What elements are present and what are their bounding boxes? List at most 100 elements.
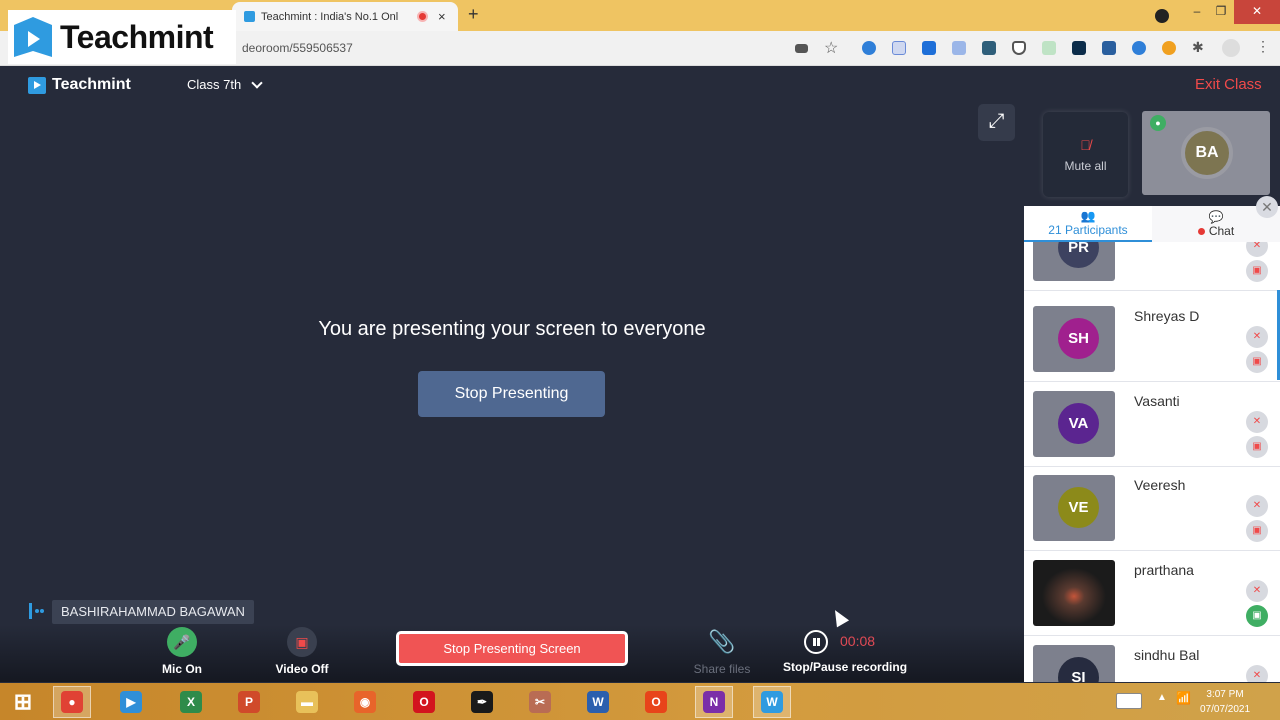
- puzzle-icon[interactable]: ✱: [1192, 39, 1204, 56]
- tool-ext-icon[interactable]: [982, 41, 996, 55]
- tab-title: Teachmint : India's No.1 Onl: [261, 10, 399, 23]
- diamond-ext-icon[interactable]: [892, 41, 906, 55]
- participant-name: Shreyas D: [1134, 308, 1200, 324]
- shield-check-icon[interactable]: [1012, 41, 1026, 55]
- taskbar-file-explorer[interactable]: ▬: [288, 686, 326, 718]
- pause-recording-icon[interactable]: [804, 630, 828, 654]
- taskbar-pen-app[interactable]: ✒: [463, 686, 501, 718]
- self-avatar: BA: [1181, 127, 1233, 179]
- mute-all-label: Mute all: [1064, 158, 1107, 173]
- participant-row[interactable]: SI sindhu Bal ✕: [1024, 637, 1280, 682]
- browser-profile-icon[interactable]: [1155, 9, 1169, 23]
- taskbar-opera[interactable]: O: [405, 686, 443, 718]
- exit-class-button[interactable]: Exit Class: [1195, 76, 1262, 93]
- share-files-label: Share files: [693, 662, 751, 676]
- mic-on-icon: ●: [1150, 115, 1166, 131]
- taskbar-excel[interactable]: X: [172, 686, 210, 718]
- mic-toggle-button[interactable]: 🎤 Mic On: [155, 627, 209, 676]
- taskbar-snipping-tool[interactable]: ✂: [521, 686, 559, 718]
- doc-ext-icon[interactable]: [952, 41, 966, 55]
- taskbar-chrome[interactable]: ●: [53, 686, 91, 718]
- taskbar-w-app[interactable]: W: [753, 686, 791, 718]
- office-icon: O: [645, 691, 667, 713]
- star-icon[interactable]: ☆: [824, 38, 838, 58]
- mic-off-icon[interactable]: ✕: [1246, 580, 1268, 602]
- class-label: Class 7th: [187, 77, 242, 92]
- taskbar-office[interactable]: O: [637, 686, 675, 718]
- stop-presenting-button[interactable]: Stop Presenting: [418, 371, 605, 417]
- sync-icon-2[interactable]: [1132, 41, 1146, 55]
- w-app-icon: W: [761, 691, 783, 713]
- mic-off-icon: 🎙̸: [1080, 136, 1091, 153]
- participant-row[interactable]: VA Vasanti ✕ ▣: [1024, 383, 1280, 467]
- sync-icon[interactable]: [862, 41, 876, 55]
- video-off-icon[interactable]: ▣: [1246, 351, 1268, 373]
- panel-tabs: 👥 21 Participants 💬 Chat: [1024, 206, 1280, 242]
- chart-ext-icon[interactable]: [1042, 41, 1056, 55]
- speaker-name-badge: BASHIRAHAMMAD BAGAWAN: [52, 600, 254, 624]
- url-text[interactable]: deoroom/559506537: [242, 41, 353, 55]
- stop-presenting-screen-button[interactable]: Stop Presenting Screen: [396, 631, 628, 666]
- taskbar-start[interactable]: ⊞: [4, 686, 42, 718]
- mute-all-button[interactable]: 🎙̸ Mute all: [1043, 112, 1128, 197]
- video-label: Video Off: [275, 662, 329, 676]
- snipping-tool-icon: ✂: [529, 691, 551, 713]
- target-ext-icon[interactable]: [1162, 41, 1176, 55]
- app-logo[interactable]: Teachmint: [28, 76, 131, 94]
- close-panel-icon[interactable]: ✕: [1256, 196, 1278, 218]
- participant-row[interactable]: PR Prajwal D ✕ ▣: [1024, 242, 1280, 291]
- video-on-icon[interactable]: ▣: [1246, 605, 1268, 627]
- chrome-icon: ●: [61, 691, 83, 713]
- app-brand: Teachmint: [52, 76, 131, 93]
- mic-off-icon[interactable]: ✕: [1246, 411, 1268, 433]
- menu-kebab-icon[interactable]: ⋮: [1256, 38, 1270, 55]
- firefox-icon: ◉: [354, 691, 376, 713]
- window-close-button[interactable]: ✕: [1234, 0, 1280, 24]
- mic-off-icon[interactable]: ✕: [1246, 326, 1268, 348]
- video-off-icon[interactable]: ▣: [1246, 260, 1268, 282]
- tab-close-icon[interactable]: ×: [438, 9, 446, 24]
- network-signal-icon[interactable]: 📶: [1176, 691, 1191, 705]
- stop-pause-recording-label[interactable]: Stop/Pause recording: [783, 660, 907, 674]
- mic-off-icon[interactable]: ✕: [1246, 665, 1268, 682]
- class-selector[interactable]: Class 7th: [187, 76, 263, 92]
- tab-participants[interactable]: 👥 21 Participants: [1024, 206, 1152, 242]
- search-ext-icon[interactable]: [922, 41, 936, 55]
- video-toggle-button[interactable]: ▣ Video Off: [270, 627, 334, 676]
- video-off-icon[interactable]: ▣: [1246, 520, 1268, 542]
- share-files-button[interactable]: 📎 Share files: [690, 627, 754, 676]
- mic-off-icon[interactable]: ✕: [1246, 495, 1268, 517]
- participant-video-feed: [1033, 560, 1115, 626]
- participant-row[interactable]: VE Veeresh ✕ ▣: [1024, 467, 1280, 551]
- restore-button[interactable]: ❐: [1206, 0, 1236, 24]
- taskbar-onenote[interactable]: N: [695, 686, 733, 718]
- tab-chat-label: Chat: [1208, 224, 1235, 238]
- video-off-icon[interactable]: ▣: [1246, 436, 1268, 458]
- participant-row[interactable]: prarthana ✕ ▣: [1024, 552, 1280, 636]
- people-icon: 👥: [1080, 209, 1096, 223]
- profile-icon[interactable]: [1222, 39, 1240, 57]
- taskbar-media-player[interactable]: ▶: [112, 686, 150, 718]
- video-camera-icon[interactable]: [795, 44, 808, 53]
- new-tab-button[interactable]: +: [468, 4, 479, 25]
- clipboard-check-icon[interactable]: [1072, 41, 1086, 55]
- fullscreen-expand-icon[interactable]: ⤢: [978, 104, 1015, 141]
- show-hidden-icons-icon[interactable]: ▲: [1157, 692, 1167, 703]
- excel-icon: X: [180, 691, 202, 713]
- clock-date: 07/07/2021: [1200, 704, 1251, 715]
- taskbar-firefox[interactable]: ◉: [346, 686, 384, 718]
- teachmint-watermark: Teachmint: [8, 10, 236, 64]
- browser-tab[interactable]: Teachmint : India's No.1 Onl ×: [232, 2, 458, 31]
- taskbar-powerpoint[interactable]: P: [230, 686, 268, 718]
- taskbar-word[interactable]: W: [579, 686, 617, 718]
- media-player-icon: ▶: [120, 691, 142, 713]
- participant-avatar: VE: [1058, 487, 1099, 528]
- checkbox-ext-icon[interactable]: [1102, 41, 1116, 55]
- paperclip-icon: 📎: [708, 629, 736, 654]
- taskbar-clock[interactable]: 3:07 PM 07/07/2021: [1200, 687, 1250, 717]
- chat-bubble-icon: 💬: [1208, 210, 1224, 224]
- participant-row[interactable]: SH Shreyas D ✕ ▣: [1024, 298, 1280, 382]
- keyboard-icon[interactable]: [1116, 693, 1142, 709]
- teachmint-favicon: [244, 11, 255, 22]
- mic-off-icon[interactable]: ✕: [1246, 242, 1268, 257]
